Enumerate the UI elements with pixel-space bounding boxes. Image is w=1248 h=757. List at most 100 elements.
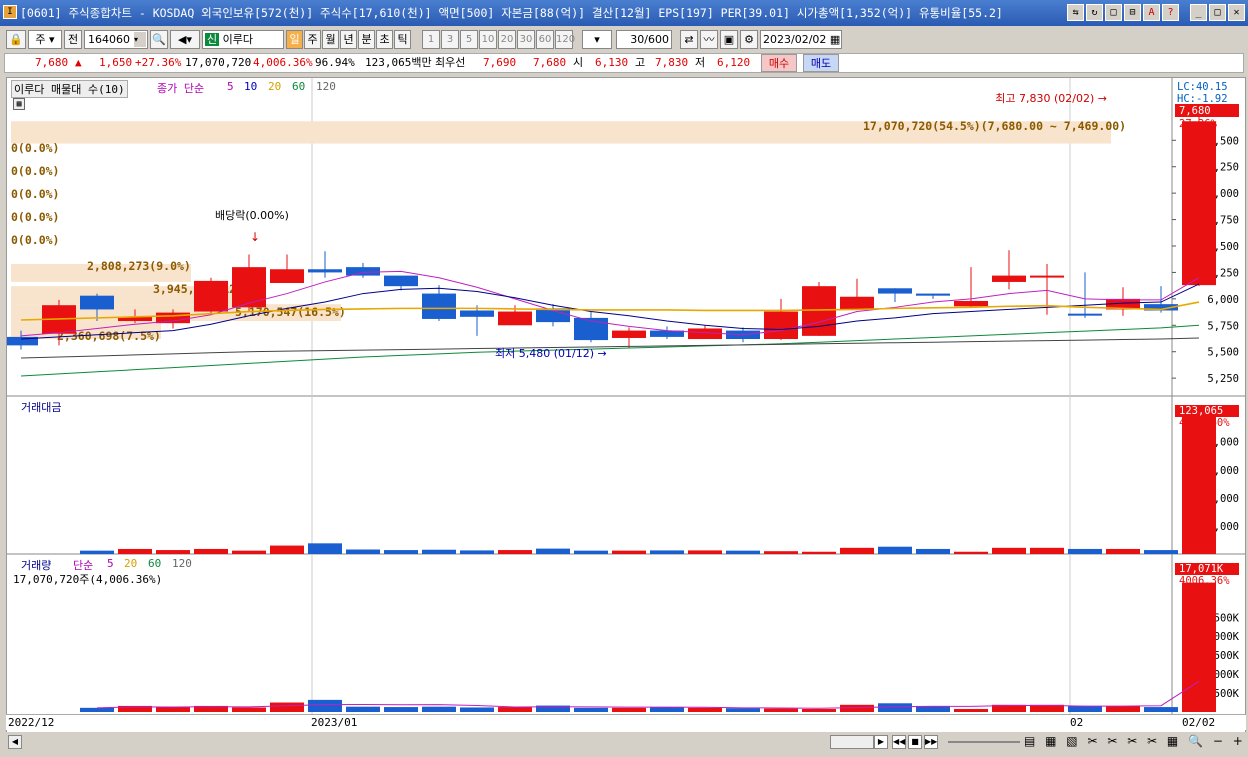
chart-area[interactable]: 7,500 7,250 7,000 6,750 6,500 6,250 6,000 5,750… — [6, 77, 1246, 733]
candle-body — [1182, 121, 1216, 286]
sell-button[interactable]: 매도 — [803, 54, 839, 72]
x-label-2023-01: 2023/01 — [311, 716, 358, 729]
x-label-2022-12: 2022/12 — [8, 716, 55, 729]
rewind-icon[interactable]: ◀◀ — [892, 735, 906, 749]
interval-dropdown[interactable]: ▾ — [582, 30, 612, 49]
candle-body — [992, 275, 1026, 282]
title-bar: I [0601] 주식종합차트 - KOSDAQ 외국인보유[572(천)] 주… — [0, 0, 1248, 26]
link-icon[interactable]: ⇆ — [1067, 4, 1084, 21]
vol-ma-period-label: 60 — [148, 557, 162, 570]
volume-ma-line — [96, 680, 1200, 709]
interval-tab[interactable]: 20 — [498, 30, 516, 49]
period-tab[interactable]: 틱 — [394, 30, 411, 49]
profile-label: 0(0.0%) — [11, 233, 59, 247]
volume-bar — [498, 707, 532, 712]
interval-tab[interactable]: 30 — [517, 30, 535, 49]
trade-value-bar — [1106, 548, 1140, 554]
change-rate: +27.36% — [135, 56, 182, 69]
new-tag: 신 — [205, 33, 220, 46]
period-tab[interactable]: 분 — [358, 30, 375, 49]
candle-body — [384, 275, 418, 287]
interval-tab[interactable]: 3 — [441, 30, 459, 49]
interval-tab[interactable]: 1 — [422, 30, 440, 49]
maximize-button[interactable]: □ — [1209, 4, 1226, 21]
lc-label: LC:40.15 — [1177, 81, 1228, 93]
profile-label: 0(0.0%) — [11, 164, 59, 178]
volume: 17,070,720 — [185, 56, 252, 69]
period-tab[interactable]: 월 — [322, 30, 339, 49]
volume-bar — [1106, 705, 1140, 712]
trade-value-bar — [270, 545, 304, 554]
scroll-right-icon[interactable]: ▶ — [874, 735, 888, 749]
chart-icon[interactable]: 〰 — [700, 30, 718, 49]
volume-bar — [688, 707, 722, 712]
ma-period-label: 5 — [227, 80, 234, 93]
speaker-icon[interactable]: ◀▾ — [170, 30, 200, 49]
candle-body — [194, 280, 228, 312]
period-tab[interactable]: 주 — [304, 30, 321, 49]
search-icon[interactable]: 🔍 — [150, 30, 168, 49]
scroll-thumb[interactable] — [830, 735, 874, 749]
window-icon[interactable]: □ — [1105, 4, 1122, 21]
close-button[interactable]: ✕ — [1228, 4, 1245, 21]
scroll-bar[interactable]: ◀ ▶ ◀◀ ■ ▶▶ ▤ ▦ ▧ ✂ ✂ ✂ ✂ ▦ 🔍 − + A — [6, 732, 1248, 752]
zoom-slider[interactable] — [948, 741, 1020, 743]
low-annotation: 최저 5,480 (01/12) → — [495, 347, 607, 360]
price-ma-legend: 종가 단순 — [157, 82, 205, 95]
buy-button[interactable]: 매수 — [761, 54, 797, 72]
last-price-label: 7,680 — [1179, 105, 1211, 117]
candle-body — [916, 293, 950, 296]
ma-line-ma120 — [20, 337, 1200, 359]
pin-icon[interactable]: ⊟ — [1124, 4, 1141, 21]
count-input[interactable]: 30/600 — [616, 30, 672, 49]
ma-period-label: 10 — [244, 80, 258, 93]
trade-value-bar — [1068, 548, 1102, 554]
volume-bar — [80, 707, 114, 712]
refresh-icon[interactable]: ↻ — [1086, 4, 1103, 21]
date-input[interactable]: 2023/02/02 ▦ — [760, 30, 842, 49]
trade-value-bar — [916, 548, 950, 554]
stock-name-field[interactable]: 신 이루다 — [202, 30, 284, 49]
pref-label: 최우선 — [435, 56, 466, 69]
price-title[interactable]: 이루다 매물대 수(10) — [11, 80, 128, 98]
volume-caption: 17,070,720주(4,006.36%) — [13, 573, 163, 586]
period-tab[interactable]: 초 — [376, 30, 393, 49]
lock-icon[interactable]: 🔒 — [6, 30, 26, 49]
trade-value-bar — [1030, 547, 1064, 554]
profile-label: 0(0.0%) — [11, 210, 59, 224]
help-icon[interactable]: ? — [1162, 4, 1179, 21]
minimize-button[interactable]: _ — [1190, 4, 1207, 21]
volume-bar — [460, 707, 494, 712]
font-icon[interactable]: A — [1143, 4, 1160, 21]
scroll-left-icon[interactable]: ◀ — [8, 735, 22, 749]
app-icon: I — [3, 5, 17, 19]
period-tab[interactable]: 년 — [340, 30, 357, 49]
low-label: 저 — [695, 56, 706, 69]
forward-icon[interactable]: ▶▶ — [924, 735, 938, 749]
save-icon[interactable]: ▣ — [720, 30, 738, 49]
candle-body — [1068, 313, 1102, 316]
volume-bar — [840, 704, 874, 712]
stock-code-input[interactable]: 164060 ▾ — [84, 30, 148, 49]
grid-icon[interactable]: ▦ — [13, 98, 25, 110]
candle-body — [232, 267, 266, 308]
tool-icon[interactable]: ⇄ — [680, 30, 698, 49]
prefix-button[interactable]: 전 — [64, 30, 82, 49]
volume-bar — [650, 707, 684, 712]
settings-icon[interactable]: ⚙ — [740, 30, 758, 49]
chart-svg[interactable]: 7,5007,2507,0006,7506,5006,2506,0005,750… — [7, 78, 1245, 714]
volume-bar — [954, 708, 988, 712]
interval-tab[interactable]: 60 — [536, 30, 554, 49]
stop-icon[interactable]: ■ — [908, 735, 922, 749]
volume-bar — [1144, 707, 1178, 712]
zoom-tools[interactable]: ▤ ▦ ▧ ✂ ✂ ✂ ✂ ▦ 🔍 − + A — [1024, 734, 1248, 748]
interval-tab[interactable]: 10 — [479, 30, 497, 49]
window-title: [0601] 주식종합차트 - KOSDAQ 외국인보유[572(천)] 주식수… — [20, 6, 1003, 20]
candle-body — [840, 296, 874, 310]
interval-tab[interactable]: 5 — [460, 30, 478, 49]
period-tab[interactable]: 일 — [286, 30, 303, 49]
candle-body — [270, 269, 304, 283]
interval-tab[interactable]: 120 — [555, 30, 575, 49]
market-select[interactable]: 주 ▾ — [28, 30, 62, 49]
open-price: 6,130 — [595, 56, 629, 69]
